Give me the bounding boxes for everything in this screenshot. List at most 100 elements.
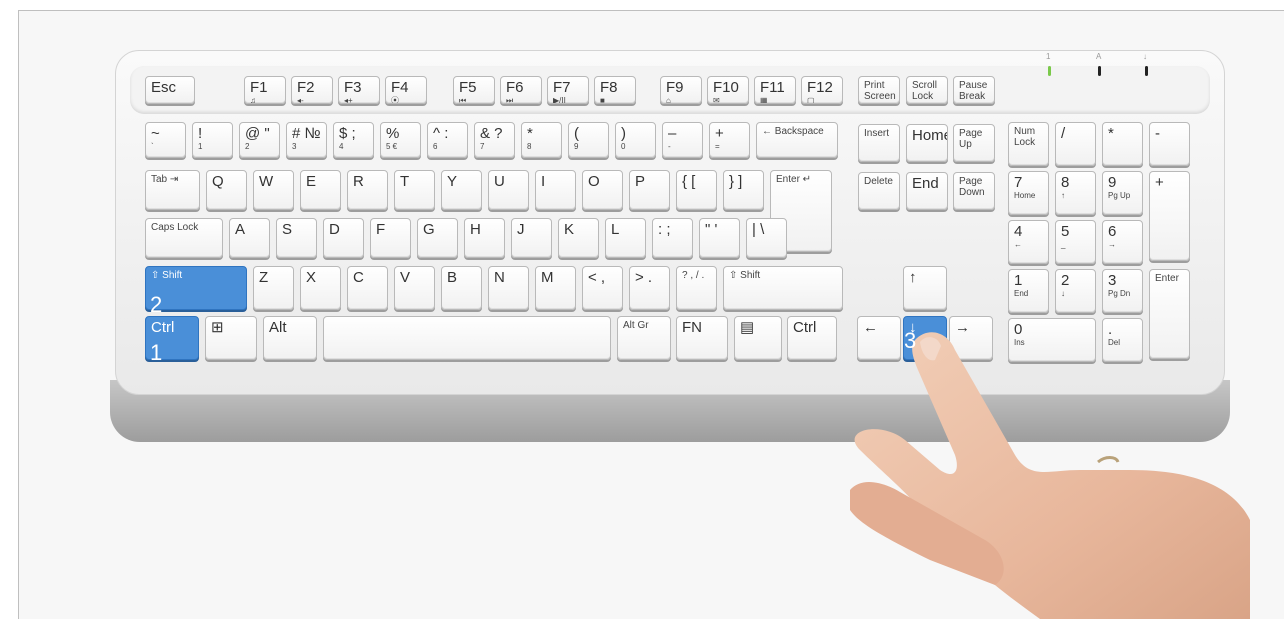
key-f4[interactable]: F4 ⦿ (385, 76, 427, 104)
key-f5[interactable]: F5 ⏮ (453, 76, 495, 104)
key-home-6[interactable]: H (464, 218, 505, 258)
key-print-screen[interactable]: Print Screen SysRq (858, 76, 900, 104)
key-f10[interactable]: F10 ✉ (707, 76, 749, 104)
key-f9[interactable]: F9 ⌂ (660, 76, 702, 104)
key-home-11[interactable]: " ' (699, 218, 740, 258)
key-home-0[interactable]: Caps Lock (145, 218, 223, 258)
key-numpad-14[interactable]: Enter (1149, 269, 1190, 359)
key-k3[interactable]: # № 3 (286, 122, 327, 158)
key-backspace[interactable]: ← Backspace (756, 122, 838, 158)
key-bottom-3[interactable]: C (347, 266, 388, 310)
key-top-9[interactable]: O (582, 170, 623, 210)
key-numpad-5[interactable]: 8 ↑ (1055, 171, 1096, 215)
key-home-1[interactable]: A (229, 218, 270, 258)
key-bottom-10[interactable]: ? , / . (676, 266, 717, 310)
key-k1[interactable]: ! 1 (192, 122, 233, 158)
key-k6[interactable]: ^ :6 (427, 122, 468, 158)
key-f12[interactable]: F12 ▢ (801, 76, 843, 104)
key-home-2[interactable]: S (276, 218, 317, 258)
key-numpad-1[interactable]: / (1055, 122, 1096, 166)
key-top-8[interactable]: I (535, 170, 576, 210)
key-top-2[interactable]: W (253, 170, 294, 210)
key-scroll-lock[interactable]: Scroll Lock (906, 76, 948, 104)
key-nav-4[interactable]: End (906, 172, 948, 210)
key-pause-break[interactable]: Pause Break (953, 76, 995, 104)
key-bottom-8[interactable]: < , (582, 266, 623, 310)
key-nav-0[interactable]: Insert (858, 124, 900, 162)
key-bottom-7[interactable]: M (535, 266, 576, 310)
key-space-row-1[interactable]: ⊞ (205, 316, 257, 360)
key-top-4[interactable]: R (347, 170, 388, 210)
key-k9[interactable]: (9 (568, 122, 609, 158)
key-k7[interactable]: & ? 7 (474, 122, 515, 158)
key-nav-2[interactable]: Page Up (953, 124, 995, 162)
key-space-row-4[interactable]: Alt Gr (617, 316, 671, 360)
key-esc[interactable]: Esc (145, 76, 195, 104)
key-numpad-8[interactable]: 4 ← (1008, 220, 1049, 264)
key-nav-1[interactable]: Home (906, 124, 948, 162)
key-home-9[interactable]: L (605, 218, 646, 258)
key-k2[interactable]: @ " 2 (239, 122, 280, 158)
key-f7[interactable]: F7 ▶/II (547, 76, 589, 104)
key-numpad-11[interactable]: 1 End (1008, 269, 1049, 313)
key-bottom-6[interactable]: N (488, 266, 529, 310)
key-arrow-right[interactable]: → (949, 316, 993, 360)
key-minus[interactable]: – - (662, 122, 703, 158)
key-space-row-5[interactable]: FN (676, 316, 728, 360)
key-top-12[interactable]: } ] (723, 170, 764, 210)
key-f1[interactable]: F1 ♫ (244, 76, 286, 104)
key-f11[interactable]: F11 ▦ (754, 76, 796, 104)
key-f6[interactable]: F6 ⏭ (500, 76, 542, 104)
key-home-5[interactable]: G (417, 218, 458, 258)
key-numpad-4[interactable]: 7 Home (1008, 171, 1049, 215)
key-space-row-2[interactable]: Alt (263, 316, 317, 360)
key-spacebar[interactable] (323, 316, 611, 360)
key-f8[interactable]: F8 ■ (594, 76, 636, 104)
key-numpad-3[interactable]: - (1149, 122, 1190, 166)
key-home-7[interactable]: J (511, 218, 552, 258)
key-home-12[interactable]: | \ (746, 218, 787, 258)
key-numpad-13[interactable]: 3 Pg Dn (1102, 269, 1143, 313)
key-space-row-6[interactable]: ▤ (734, 316, 782, 360)
key-space-row-7[interactable]: Ctrl (787, 316, 837, 360)
key-bottom-9[interactable]: > . (629, 266, 670, 310)
key-top-7[interactable]: U (488, 170, 529, 210)
key-numpad-15[interactable]: 0 Ins (1008, 318, 1096, 362)
key-k8[interactable]: * 8 (521, 122, 562, 158)
key-home-8[interactable]: K (558, 218, 599, 258)
key-numpad-6[interactable]: 9 Pg Up (1102, 171, 1143, 215)
key-f3[interactable]: F3 ◂+ (338, 76, 380, 104)
key-bottom-5[interactable]: B (441, 266, 482, 310)
key-tilde[interactable]: ~ ` (145, 122, 186, 158)
key-bottom-1[interactable]: Z (253, 266, 294, 310)
key-nav-5[interactable]: Page Down (953, 172, 995, 210)
key-top-0[interactable]: Tab ⇥ (145, 170, 200, 210)
key-numpad-7[interactable]: + (1149, 171, 1190, 261)
key-numpad-2[interactable]: * (1102, 122, 1143, 166)
key-bottom-2[interactable]: X (300, 266, 341, 310)
key-f2[interactable]: F2 ◂- (291, 76, 333, 104)
key-home-4[interactable]: F (370, 218, 411, 258)
key-numpad-10[interactable]: 6 → (1102, 220, 1143, 264)
key-equals[interactable]: + = (709, 122, 750, 158)
key-k0[interactable]: ) 0 (615, 122, 656, 158)
key-arrow-up[interactable]: ↑ (903, 266, 947, 310)
key-arrow-left[interactable]: ← (857, 316, 901, 360)
key-numpad-16[interactable]: . Del (1102, 318, 1143, 362)
key-k5[interactable]: % 5 € (380, 122, 421, 158)
key-top-1[interactable]: Q (206, 170, 247, 210)
key-nav-3[interactable]: Delete (858, 172, 900, 210)
key-bottom-4[interactable]: V (394, 266, 435, 310)
key-home-10[interactable]: : ; (652, 218, 693, 258)
key-bottom-11[interactable]: ⇧ Shift (723, 266, 843, 310)
key-numpad-0[interactable]: Num Lock (1008, 122, 1049, 166)
key-numpad-9[interactable]: 5 _ (1055, 220, 1096, 264)
key-top-10[interactable]: P (629, 170, 670, 210)
key-top-6[interactable]: Y (441, 170, 482, 210)
key-top-5[interactable]: T (394, 170, 435, 210)
key-top-3[interactable]: E (300, 170, 341, 210)
key-k4[interactable]: $ ; 4 (333, 122, 374, 158)
key-home-3[interactable]: D (323, 218, 364, 258)
key-top-11[interactable]: { [ (676, 170, 717, 210)
key-numpad-12[interactable]: 2 ↓ (1055, 269, 1096, 313)
